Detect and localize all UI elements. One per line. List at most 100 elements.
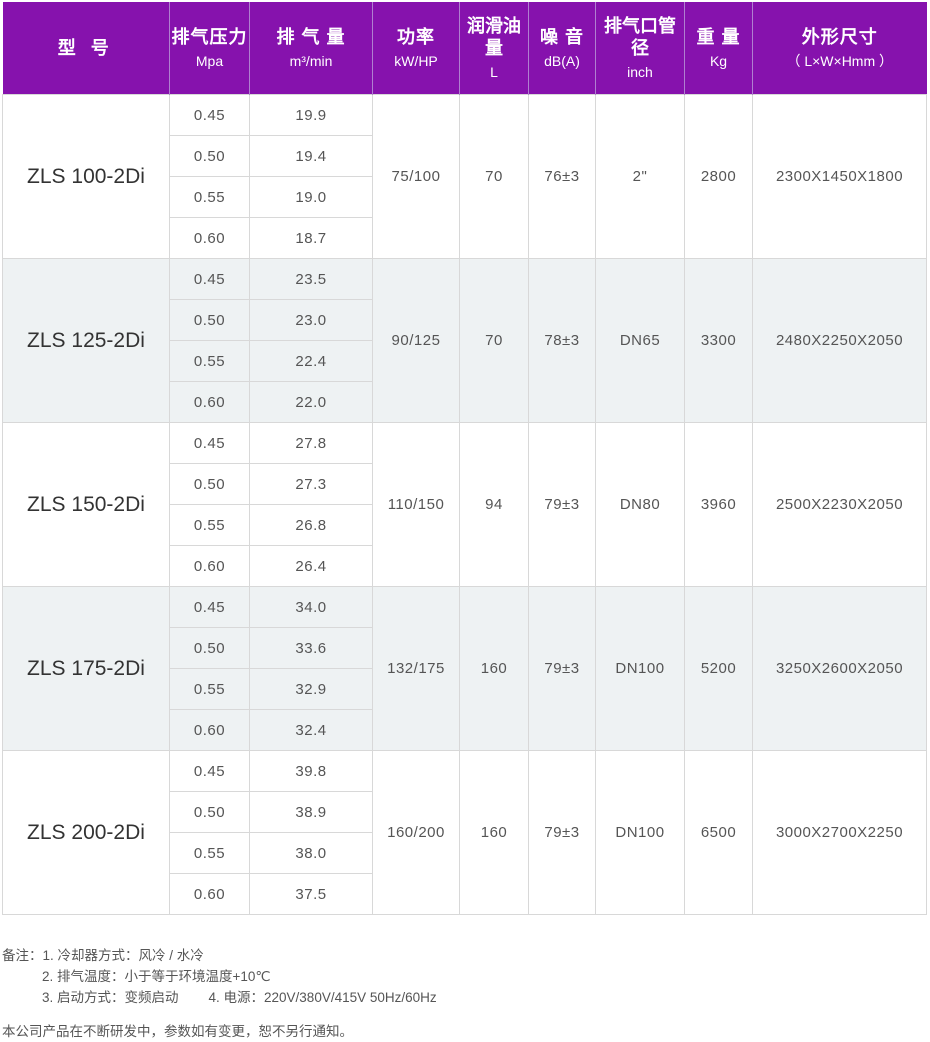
pressure-cell: 0.45 xyxy=(169,94,250,136)
model-name: ZLS 100-2Di xyxy=(2,94,170,259)
flow-cell: 27.3 xyxy=(249,463,373,505)
header-weight: 重 量 Kg xyxy=(684,2,753,95)
flow-cell: 23.5 xyxy=(249,258,373,300)
pressure-cell: 0.55 xyxy=(169,832,250,874)
spec-table: 型 号 排气压力 Mpa 排 气 量 m³/min 功率 kW/HP 润滑油量 … xyxy=(2,2,927,915)
oil-cell: 70 xyxy=(459,258,529,423)
weight-cell: 6500 xyxy=(684,750,753,915)
outlet-cell: 2" xyxy=(595,94,685,259)
noise-cell: 79±3 xyxy=(528,586,596,751)
pressure-cell: 0.50 xyxy=(169,299,250,341)
flow-cell: 38.0 xyxy=(249,832,373,874)
outlet-cell: DN65 xyxy=(595,258,685,423)
header-outlet: 排气口管径 inch xyxy=(595,2,685,95)
flow-cell: 19.9 xyxy=(249,94,373,136)
flow-cell: 33.6 xyxy=(249,627,373,669)
oil-cell: 94 xyxy=(459,422,529,587)
header-dimensions-unit: （ L×W×Hmm ） xyxy=(786,53,894,69)
pressure-cell: 0.60 xyxy=(169,381,250,423)
header-power: 功率 kW/HP xyxy=(372,2,460,95)
flow-cell: 22.4 xyxy=(249,340,373,382)
model-name: ZLS 175-2Di xyxy=(2,586,170,751)
power-cell: 90/125 xyxy=(372,258,460,423)
flow-cell: 23.0 xyxy=(249,299,373,341)
note-start-method: 3. 启动方式：变频启动 xyxy=(42,990,179,1005)
header-outlet-label: 排气口管径 xyxy=(604,16,676,58)
header-dimensions: 外形尺寸 （ L×W×Hmm ） xyxy=(752,2,927,95)
outlet-cell: DN80 xyxy=(595,422,685,587)
header-weight-label: 重 量 xyxy=(696,27,741,47)
footer-disclaimer: 本公司产品在不断研发中，参数如有变更，恕不另行通知。 xyxy=(2,1024,353,1039)
dimensions-cell: 3250X2600X2050 xyxy=(752,586,927,751)
table-header: 型 号 排气压力 Mpa 排 气 量 m³/min 功率 kW/HP 润滑油量 … xyxy=(2,2,927,95)
outlet-cell: DN100 xyxy=(595,586,685,751)
pressure-cell: 0.50 xyxy=(169,627,250,669)
flow-cell: 39.8 xyxy=(249,750,373,792)
note-power-supply: 4. 电源：220V/380V/415V 50Hz/60Hz xyxy=(208,990,437,1005)
header-oil-unit: L xyxy=(490,64,498,80)
noise-cell: 76±3 xyxy=(528,94,596,259)
flow-cell: 19.4 xyxy=(249,135,373,177)
weight-cell: 2800 xyxy=(684,94,753,259)
noise-cell: 79±3 xyxy=(528,750,596,915)
header-oil: 润滑油量 L xyxy=(459,2,529,95)
table-row: ZLS 200-2Di 0.45 39.8 160/200 160 79±3 D… xyxy=(2,750,927,915)
flow-cell: 19.0 xyxy=(249,176,373,218)
power-cell: 110/150 xyxy=(372,422,460,587)
header-power-label: 功率 xyxy=(397,27,435,47)
header-model: 型 号 xyxy=(2,2,170,95)
header-dimensions-label: 外形尺寸 xyxy=(801,27,878,47)
pressure-cell: 0.55 xyxy=(169,340,250,382)
weight-cell: 3960 xyxy=(684,422,753,587)
dimensions-cell: 2480X2250X2050 xyxy=(752,258,927,423)
weight-cell: 5200 xyxy=(684,586,753,751)
flow-cell: 26.4 xyxy=(249,545,373,587)
flow-cell: 22.0 xyxy=(249,381,373,423)
pressure-cell: 0.55 xyxy=(169,504,250,546)
flow-cell: 18.7 xyxy=(249,217,373,259)
oil-cell: 160 xyxy=(459,586,529,751)
dimensions-cell: 3000X2700X2250 xyxy=(752,750,927,915)
header-power-unit: kW/HP xyxy=(394,53,438,69)
header-model-label: 型 号 xyxy=(57,38,114,58)
header-noise: 噪 音 dB(A) xyxy=(528,2,596,95)
header-flow: 排 气 量 m³/min xyxy=(249,2,373,95)
pressure-cell: 0.50 xyxy=(169,463,250,505)
flow-cell: 27.8 xyxy=(249,422,373,464)
header-pressure: 排气压力 Mpa xyxy=(169,2,250,95)
pressure-cell: 0.60 xyxy=(169,709,250,751)
flow-cell: 34.0 xyxy=(249,586,373,628)
pressure-cell: 0.60 xyxy=(169,217,250,259)
note-line-1: 备注：1. 冷却器方式：风冷 / 水冷 xyxy=(2,948,204,963)
power-cell: 75/100 xyxy=(372,94,460,259)
pressure-cell: 0.45 xyxy=(169,258,250,300)
notes: 备注：1. 冷却器方式：风冷 / 水冷 2. 排气温度：小于等于环境温度+10℃… xyxy=(2,945,437,1008)
header-flow-label: 排 气 量 xyxy=(276,27,346,47)
table-row: ZLS 125-2Di 0.45 23.5 90/125 70 78±3 DN6… xyxy=(2,258,927,423)
pressure-cell: 0.50 xyxy=(169,135,250,177)
noise-cell: 78±3 xyxy=(528,258,596,423)
header-noise-unit: dB(A) xyxy=(544,53,580,69)
model-name: ZLS 150-2Di xyxy=(2,422,170,587)
model-name: ZLS 125-2Di xyxy=(2,258,170,423)
table-body: ZLS 100-2Di 0.45 19.9 75/100 70 76±3 2" … xyxy=(2,94,927,915)
power-cell: 132/175 xyxy=(372,586,460,751)
pressure-cell: 0.55 xyxy=(169,668,250,710)
pressure-cell: 0.60 xyxy=(169,873,250,915)
flow-cell: 38.9 xyxy=(249,791,373,833)
dimensions-cell: 2500X2230X2050 xyxy=(752,422,927,587)
pressure-cell: 0.45 xyxy=(169,586,250,628)
table-row: ZLS 150-2Di 0.45 27.8 110/150 94 79±3 DN… xyxy=(2,422,927,587)
pressure-cell: 0.55 xyxy=(169,176,250,218)
header-pressure-unit: Mpa xyxy=(195,53,224,69)
note-line-3: 3. 启动方式：变频启动 4. 电源：220V/380V/415V 50Hz/60… xyxy=(2,987,437,1008)
oil-cell: 70 xyxy=(459,94,529,259)
flow-cell: 37.5 xyxy=(249,873,373,915)
pressure-cell: 0.45 xyxy=(169,750,250,792)
flow-cell: 32.4 xyxy=(249,709,373,751)
pressure-cell: 0.45 xyxy=(169,422,250,464)
noise-cell: 79±3 xyxy=(528,422,596,587)
note-line-2: 2. 排气温度：小于等于环境温度+10℃ xyxy=(42,969,271,984)
header-flow-unit: m³/min xyxy=(289,53,333,69)
table-row: ZLS 100-2Di 0.45 19.9 75/100 70 76±3 2" … xyxy=(2,94,927,259)
